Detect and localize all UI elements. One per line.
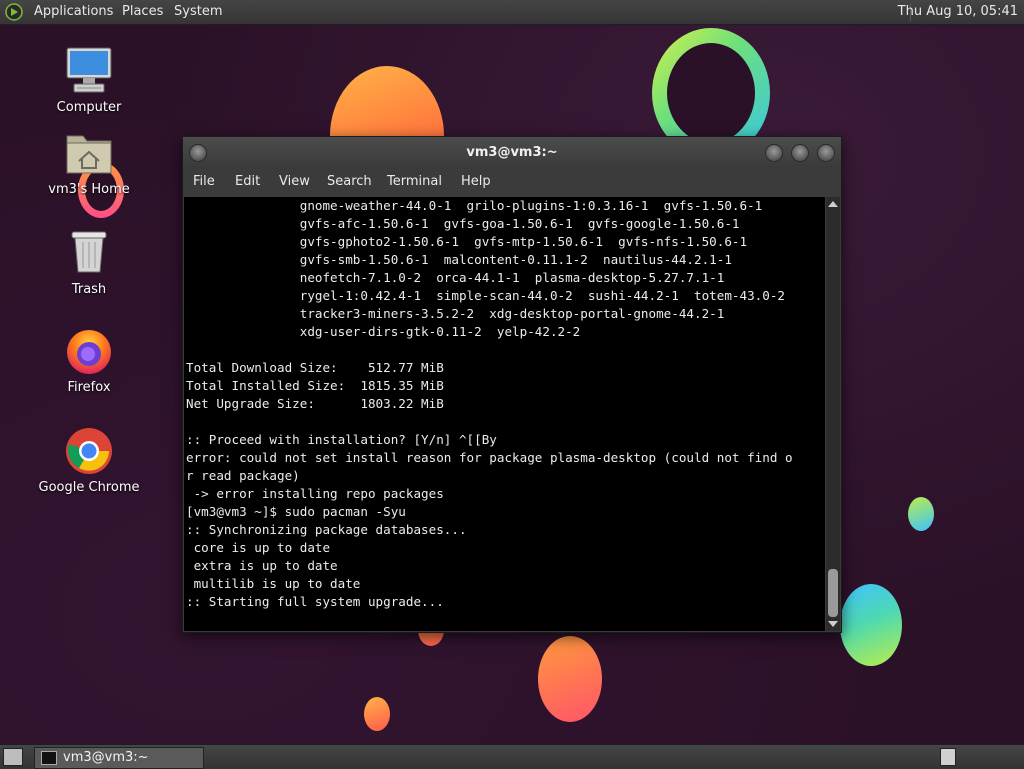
close-button[interactable] [817, 144, 835, 162]
taskbar-label: vm3@vm3:~ [63, 750, 149, 765]
desktop-icon-label: Trash [71, 282, 107, 297]
terminal-line: extra is up to date [186, 558, 338, 573]
wallpaper-orange-blob-mid [538, 636, 602, 722]
menu-file[interactable]: File [193, 174, 215, 189]
window-titlebar[interactable]: vm3@vm3:~ [183, 137, 841, 169]
chrome-icon [64, 426, 114, 476]
desktop-icon-trash[interactable]: Trash [34, 228, 144, 297]
menu-places[interactable]: Places [122, 0, 163, 24]
window-title: vm3@vm3:~ [466, 145, 558, 160]
scrollbar-thumb[interactable] [828, 569, 838, 617]
wallpaper-orange-blob-small [364, 697, 390, 731]
terminal-line: rygel-1:0.42.4-1 simple-scan-44.0-2 sush… [186, 288, 785, 303]
desktop-icon-label: Google Chrome [38, 480, 140, 495]
computer-icon [64, 46, 114, 96]
terminal-line: gvfs-afc-1.50.6-1 gvfs-goa-1.50.6-1 gvfs… [186, 216, 740, 231]
terminal-output[interactable]: gnome-weather-44.0-1 grilo-plugins-1:0.3… [184, 197, 825, 631]
menu-help[interactable]: Help [461, 174, 491, 189]
terminal-line: -> error installing repo packages [186, 486, 444, 501]
terminal-line: [vm3@vm3 ~]$ sudo pacman -Syu [186, 504, 406, 519]
scroll-down-icon[interactable] [828, 621, 838, 627]
terminal-line: gvfs-smb-1.50.6-1 malcontent-0.11.1-2 na… [186, 252, 732, 267]
minimize-button[interactable] [765, 144, 783, 162]
home-folder-icon [64, 128, 114, 178]
trash-icon [64, 228, 114, 278]
terminal-line: :: Synchronizing package databases... [186, 522, 467, 537]
terminal-line: :: Proceed with installation? [Y/n] ^[[B… [186, 432, 497, 447]
desktop-icon-label: Computer [56, 100, 122, 115]
terminal-line: tracker3-miners-3.5.2-2 xdg-desktop-port… [186, 306, 725, 321]
terminal-line: multilib is up to date [186, 576, 361, 591]
menu-edit[interactable]: Edit [235, 174, 260, 189]
panel-clock[interactable]: Thu Aug 10, 05:41 [898, 0, 1018, 24]
desktop-icon-home[interactable]: vm3's Home [34, 128, 144, 197]
menu-terminal[interactable]: Terminal [387, 174, 442, 189]
top-panel: Applications Places System Thu Aug 10, 0… [0, 0, 1024, 25]
firefox-icon [64, 326, 114, 376]
terminal-line: gvfs-gphoto2-1.50.6-1 gvfs-mtp-1.50.6-1 … [186, 234, 748, 249]
terminal-line: neofetch-7.1.0-2 orca-44.1-1 plasma-desk… [186, 270, 725, 285]
menu-system[interactable]: System [174, 0, 222, 24]
terminal-menubar: File Edit View Search Terminal Help [183, 170, 841, 196]
terminal-line: Net Upgrade Size: 1803.22 MiB [186, 396, 444, 411]
terminal-line: xdg-user-dirs-gtk-0.11-2 yelp-42.2-2 [186, 324, 581, 339]
terminal-line: Total Installed Size: 1815.35 MiB [186, 378, 444, 393]
workspace-switcher[interactable] [940, 748, 956, 766]
menu-view[interactable]: View [279, 174, 310, 189]
scroll-up-icon[interactable] [828, 201, 838, 207]
terminal-line: Total Download Size: 512.77 MiB [186, 360, 444, 375]
menu-search[interactable]: Search [327, 174, 372, 189]
desktop-icon-chrome[interactable]: Google Chrome [34, 426, 144, 495]
show-desktop-icon[interactable] [3, 748, 23, 766]
wallpaper-blue-blob [840, 584, 902, 666]
taskbar-button-terminal[interactable]: vm3@vm3:~ [34, 747, 204, 769]
terminal-icon [41, 751, 57, 765]
bottom-panel: vm3@vm3:~ [0, 744, 1024, 769]
desktop-icon-label: Firefox [67, 380, 111, 395]
terminal-line: gnome-weather-44.0-1 grilo-plugins-1:0.3… [186, 198, 763, 213]
wallpaper-teal-blob [908, 497, 934, 531]
terminal-scrollbar[interactable] [826, 197, 840, 631]
applications-logo-icon[interactable] [5, 3, 23, 21]
terminal-line: :: Starting full system upgrade... [186, 594, 444, 609]
desktop-icon-computer[interactable]: Computer [34, 46, 144, 115]
terminal-line: error: could not set install reason for … [186, 450, 793, 465]
terminal-window[interactable]: vm3@vm3:~ File Edit View Search Terminal… [182, 136, 842, 633]
menu-applications[interactable]: Applications [34, 0, 113, 24]
desktop-icon-label: vm3's Home [48, 182, 130, 197]
terminal-line: r read package) [186, 468, 300, 483]
desktop-icon-firefox[interactable]: Firefox [34, 326, 144, 395]
terminal-line: core is up to date [186, 540, 331, 555]
maximize-button[interactable] [791, 144, 809, 162]
